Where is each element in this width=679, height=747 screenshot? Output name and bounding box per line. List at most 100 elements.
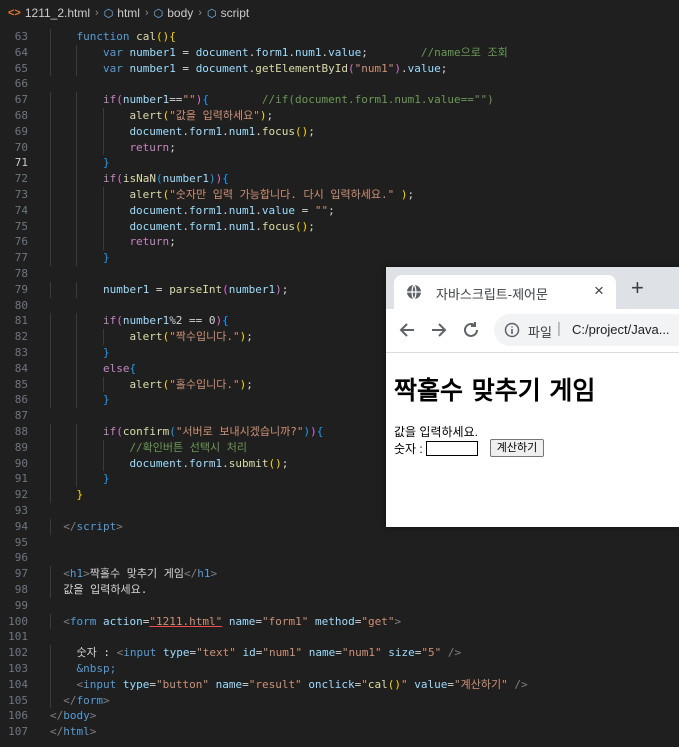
line-number: 80 xyxy=(14,298,28,312)
code-text: return; xyxy=(129,234,175,250)
line-number: 70 xyxy=(14,140,28,154)
code-line[interactable]: 67 if(number1==""){ //if(document.form1.n… xyxy=(0,92,679,108)
code-token: form1 xyxy=(189,124,223,138)
line-number: 72 xyxy=(14,172,28,186)
indent-guide xyxy=(76,313,78,330)
code-token: "서버로 보내시겠습니까?" xyxy=(175,425,304,438)
code-token: confirm xyxy=(122,425,170,438)
code-token: input xyxy=(123,646,163,660)
indent-guide xyxy=(102,439,104,456)
back-arrow-icon[interactable] xyxy=(396,319,418,341)
code-line[interactable]: 76 return; xyxy=(0,234,679,251)
indent-guide xyxy=(102,218,104,235)
line-number: 106 xyxy=(8,709,28,723)
code-token: "홀수입니다." xyxy=(169,377,240,391)
indent-guide xyxy=(50,455,51,472)
code-line[interactable]: 102 숫자 : <input type="text" id="num1" nam… xyxy=(0,645,679,661)
code-token: </ xyxy=(63,693,77,707)
code-line[interactable]: 71} xyxy=(0,155,679,172)
reload-icon[interactable] xyxy=(460,319,482,341)
code-text: } xyxy=(103,155,110,171)
code-token: ) xyxy=(208,172,216,186)
code-line[interactable]: 66 xyxy=(0,76,679,92)
code-line[interactable]: 74 document.form1.num1.value = ""; xyxy=(0,202,679,219)
indent-guide xyxy=(76,471,78,488)
code-token: cal xyxy=(136,30,156,43)
code-line[interactable]: 72 if(isNaN(number1)){ xyxy=(0,171,679,187)
indent-guide xyxy=(76,234,78,251)
code-line[interactable]: 95 xyxy=(0,535,679,551)
address-bar[interactable]: 파일 | C:/project/Java... xyxy=(494,314,679,346)
code-line[interactable]: 104 <input type="button" name="result" on… xyxy=(0,676,679,693)
code-token: "get" xyxy=(361,614,395,628)
code-line[interactable]: 103 &nbsp; xyxy=(0,661,679,677)
info-icon[interactable] xyxy=(504,322,520,338)
code-line[interactable]: 107 </html> xyxy=(0,724,679,740)
line-number: 84 xyxy=(14,361,28,375)
code-line[interactable]: 97 <h1>짝홀수 맞추기 게임</h1> xyxy=(0,566,679,582)
code-token: "num1" xyxy=(341,646,382,660)
code-line[interactable]: 106 </body> xyxy=(0,708,679,724)
code-token: size xyxy=(388,646,415,660)
code-line[interactable]: 68 alert("값을 입력하세요"); xyxy=(0,108,679,124)
new-tab-button[interactable]: + xyxy=(631,275,644,301)
breadcrumb-file[interactable]: <> 1211_2.html xyxy=(8,6,90,20)
code-line[interactable]: 64 var number1 = document.form1.num1.valu… xyxy=(0,44,679,61)
code-token: ( xyxy=(348,61,355,75)
code-line[interactable]: 99 xyxy=(0,598,679,614)
code-token: "숫자만 입력 가능합니다. 다시 입력하세요." xyxy=(169,188,395,201)
calculate-button[interactable]: 계산하기 xyxy=(489,439,545,457)
code-token: ; xyxy=(308,219,315,233)
code-line[interactable]: 63 function cal(){ xyxy=(0,29,679,45)
code-text: return; xyxy=(129,140,175,156)
code-token: method xyxy=(314,614,355,628)
code-token: body xyxy=(63,709,90,723)
indent-guide xyxy=(76,392,78,409)
code-line[interactable]: 73 alert("숫자만 입력 가능합니다. 다시 입력하세요." ); xyxy=(0,187,679,203)
code-token: ; xyxy=(440,61,448,75)
code-text: <form action="1211.html" name="form1" me… xyxy=(63,614,401,630)
code-token: () xyxy=(387,677,402,691)
code-line[interactable]: 98 값을 입력하세요. xyxy=(0,582,679,598)
browser-tab[interactable]: 자바스크립트-제어문 × xyxy=(394,275,616,309)
code-token: ; xyxy=(328,203,335,217)
code-line[interactable]: 100 <form action="1211.html" name="form1"… xyxy=(0,613,679,630)
breadcrumb-item-body[interactable]: ⬡ body xyxy=(154,6,194,20)
code-text: else{ xyxy=(103,361,136,377)
code-line[interactable]: 69 document.form1.num1.focus(); xyxy=(0,123,679,140)
number-input[interactable] xyxy=(425,440,478,456)
code-token: ( xyxy=(116,314,123,328)
code-token: "계산하기" xyxy=(454,677,508,691)
line-number: 63 xyxy=(14,30,28,43)
code-text: function cal(){ xyxy=(76,29,175,45)
indent-guide xyxy=(50,424,51,440)
code-line[interactable]: 105 </form> xyxy=(0,692,679,709)
code-line[interactable]: 101 xyxy=(0,629,679,645)
close-icon[interactable]: × xyxy=(594,281,604,301)
indent-guide xyxy=(102,234,104,251)
line-number: 98 xyxy=(14,583,28,596)
code-token: focus xyxy=(261,219,296,233)
breadcrumb-item-script[interactable]: ⬡ script xyxy=(207,6,249,20)
chevron-right-icon: › xyxy=(144,7,149,19)
indent-guide xyxy=(50,313,51,330)
code-text: &nbsp; xyxy=(76,661,116,677)
code-line[interactable]: 96 xyxy=(0,550,679,566)
address-url[interactable]: C:/project/Java... xyxy=(572,322,670,337)
code-token: document xyxy=(129,124,183,138)
code-token: document xyxy=(195,45,249,59)
code-line[interactable]: 70 return; xyxy=(0,139,679,156)
code-line[interactable]: 65 var number1 = document. getElementById(… xyxy=(0,60,679,77)
line-number: 88 xyxy=(14,425,28,438)
code-line[interactable]: 77} xyxy=(0,250,679,266)
line-number: 94 xyxy=(14,519,28,533)
code-token: = xyxy=(242,677,249,691)
code-token: document xyxy=(129,456,183,470)
forward-arrow-icon[interactable] xyxy=(428,319,450,341)
code-line[interactable]: 75 document.form1.num1.focus(); xyxy=(0,218,679,235)
line-number: 103 xyxy=(8,662,28,675)
code-token: () xyxy=(295,124,309,138)
breadcrumb-item-html[interactable]: ⬡ html xyxy=(104,6,140,20)
line-number: 69 xyxy=(14,124,28,138)
